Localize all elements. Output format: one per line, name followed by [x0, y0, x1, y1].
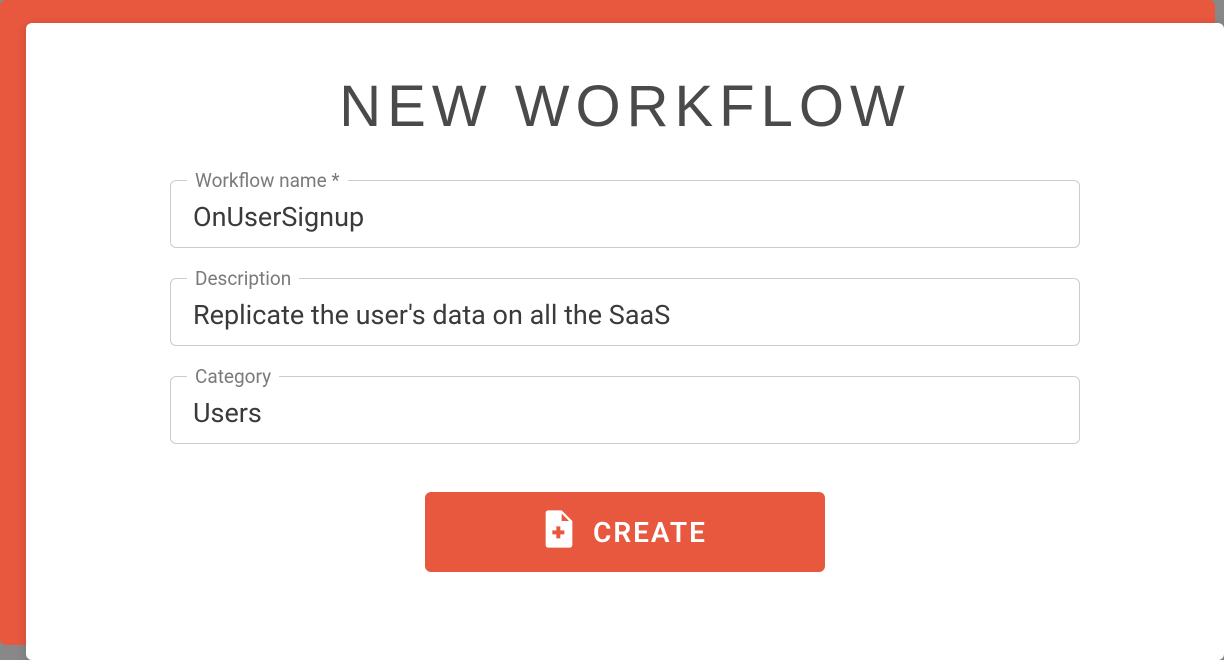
- description-label: Description: [187, 267, 299, 290]
- workflow-form: Workflow name * Description Category CRE…: [170, 180, 1080, 572]
- description-field-wrapper: Description: [170, 278, 1080, 346]
- category-input[interactable]: [193, 397, 1057, 429]
- modal-title: NEW WORKFLOW: [26, 73, 1224, 140]
- workflow-name-label: Workflow name *: [187, 169, 348, 192]
- category-label: Category: [187, 365, 279, 388]
- button-row: CREATE: [170, 492, 1080, 572]
- workflow-name-input[interactable]: [193, 201, 1057, 233]
- create-button[interactable]: CREATE: [425, 492, 825, 572]
- category-field-wrapper: Category: [170, 376, 1080, 444]
- new-workflow-modal: NEW WORKFLOW Workflow name * Description…: [26, 23, 1224, 660]
- workflow-name-field-wrapper: Workflow name *: [170, 180, 1080, 248]
- create-button-label: CREATE: [593, 516, 707, 549]
- description-input[interactable]: [193, 299, 1057, 331]
- file-plus-icon: [543, 510, 575, 555]
